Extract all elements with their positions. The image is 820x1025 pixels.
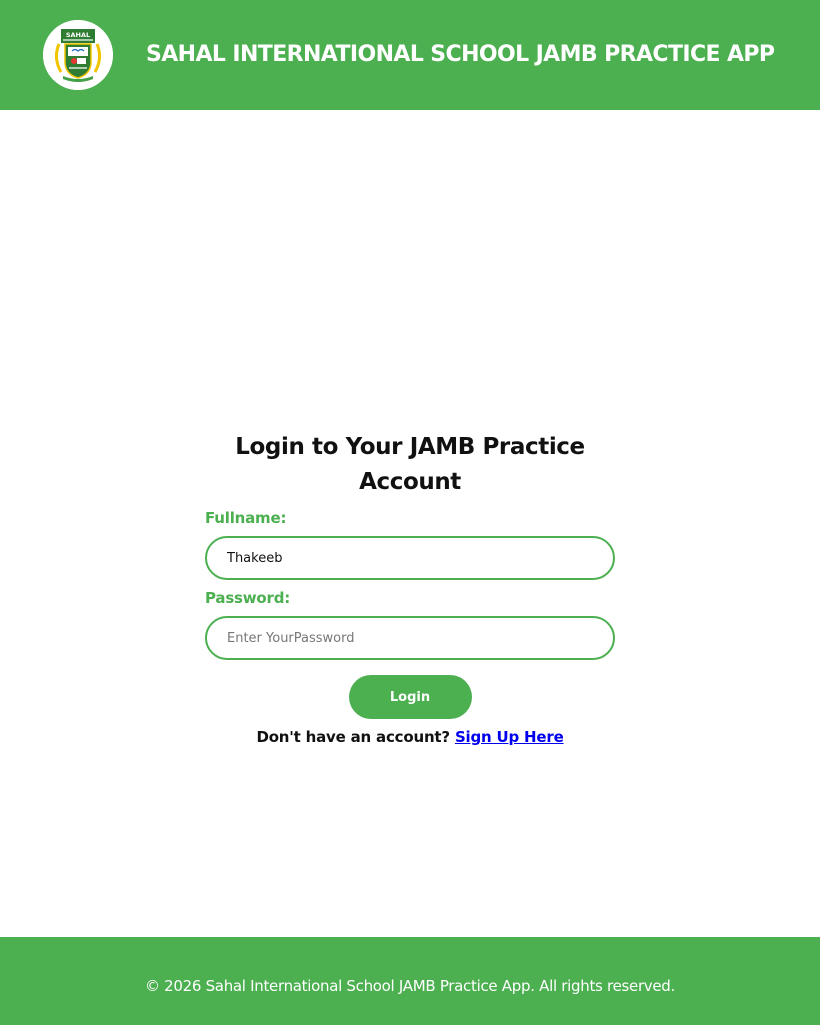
- signup-prompt: Don't have an account? Sign Up Here: [205, 727, 615, 747]
- login-form: Login to Your JAMB Practice Account Full…: [205, 430, 615, 747]
- school-crest-icon: SAHAL: [43, 20, 113, 90]
- fullname-label: Fullname:: [205, 509, 287, 527]
- school-logo: SAHAL: [43, 20, 113, 90]
- logo-text: SAHAL: [66, 31, 90, 39]
- password-label: Password:: [205, 589, 291, 607]
- footer-copyright: © 2026 Sahal International School JAMB P…: [144, 977, 676, 995]
- fullname-input[interactable]: [205, 536, 615, 580]
- login-button[interactable]: Login: [348, 675, 472, 719]
- form-heading: Login to Your JAMB Practice Account: [235, 434, 585, 495]
- signup-link[interactable]: Sign Up Here: [455, 728, 564, 746]
- app-title: SAHAL INTERNATIONAL SCHOOL JAMB PRACTICE…: [146, 42, 775, 67]
- app-footer: © 2026 Sahal International School JAMB P…: [0, 937, 820, 1025]
- password-input[interactable]: [205, 616, 615, 660]
- login-page: SAHAL SAHAL INTERNATIONAL SCHOOL JAMB PR…: [0, 0, 820, 1025]
- app-header: SAHAL SAHAL INTERNATIONAL SCHOOL JAMB PR…: [0, 0, 820, 110]
- signup-prompt-text: Don't have an account?: [256, 728, 450, 746]
